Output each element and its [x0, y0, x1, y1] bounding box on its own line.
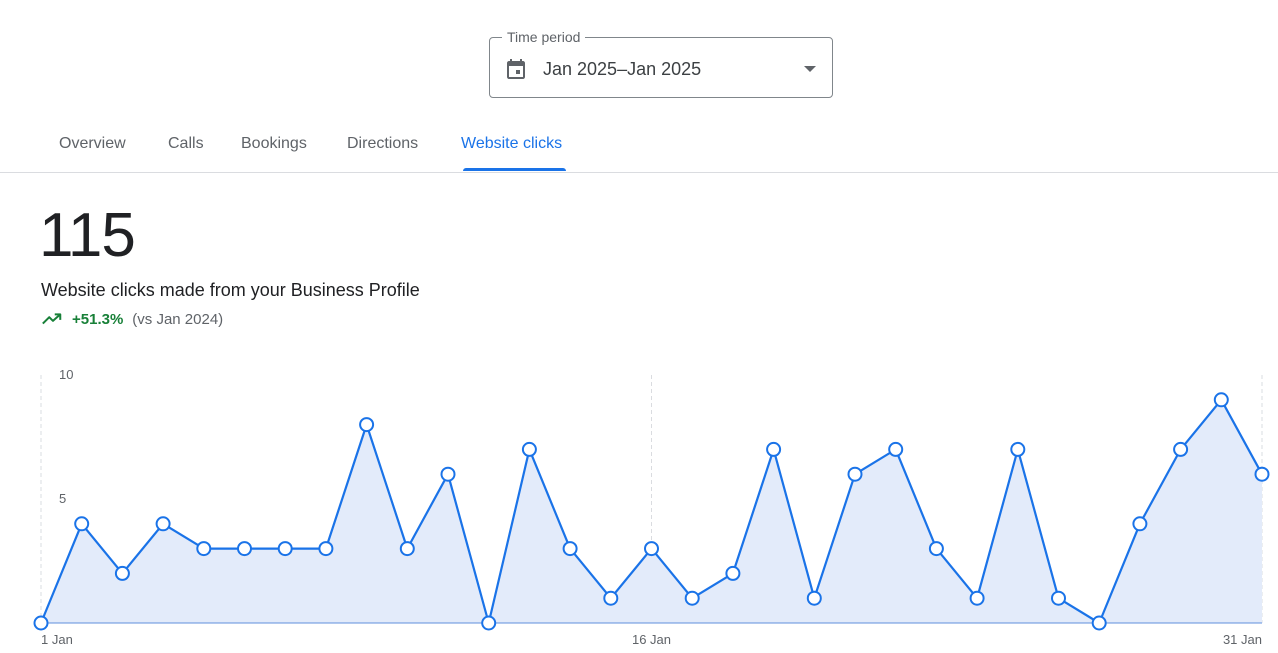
data-point — [359, 417, 375, 433]
metric-tabs: Overview Calls Bookings Directions Websi… — [0, 120, 1278, 173]
data-point — [928, 541, 944, 557]
data-point — [74, 516, 90, 532]
data-point — [684, 590, 700, 606]
data-point — [1213, 392, 1229, 408]
data-point — [277, 541, 293, 557]
data-point — [806, 590, 822, 606]
data-point — [33, 615, 49, 631]
y-tick-label: 5 — [59, 491, 66, 506]
tab-directions[interactable]: Directions — [347, 134, 418, 154]
active-tab-indicator — [463, 168, 566, 171]
data-point — [481, 615, 497, 631]
y-tick-label: 10 — [59, 367, 73, 382]
data-point — [155, 516, 171, 532]
data-point — [399, 541, 415, 557]
trending-up-icon — [42, 313, 62, 325]
x-tick-label: 1 Jan — [41, 632, 73, 647]
data-point — [1173, 441, 1189, 457]
data-point — [440, 466, 456, 482]
data-point — [562, 541, 578, 557]
data-point — [847, 466, 863, 482]
data-point — [1132, 516, 1148, 532]
trend-row: +51.3% (vs Jan 2024) — [41, 309, 223, 329]
data-point — [1091, 615, 1107, 631]
data-point — [603, 590, 619, 606]
time-period-value: Jan 2025–Jan 2025 — [543, 59, 702, 79]
data-point — [237, 541, 252, 557]
trend-change: +51.3% — [72, 310, 124, 328]
data-point — [1010, 441, 1026, 457]
data-point — [888, 441, 904, 457]
trend-comparison: (vs Jan 2024) — [132, 310, 224, 328]
total-clicks: 115 — [39, 201, 136, 270]
metric-description: Website clicks made from your Business P… — [41, 280, 420, 300]
data-point — [318, 541, 334, 557]
calendar-icon — [507, 59, 525, 79]
data-point — [521, 441, 537, 457]
data-point — [725, 565, 741, 581]
data-point — [1051, 590, 1066, 606]
tab-website-clicks[interactable]: Website clicks — [461, 134, 562, 154]
data-point — [969, 590, 985, 606]
data-point — [196, 541, 212, 557]
time-period-label: Time period — [502, 28, 586, 46]
tab-calls[interactable]: Calls — [168, 134, 204, 154]
arrow-drop-down-icon — [804, 66, 816, 72]
data-point — [766, 441, 782, 457]
tab-bookings[interactable]: Bookings — [241, 134, 307, 154]
data-point — [1254, 466, 1270, 482]
x-tick-label: 16 Jan — [632, 632, 671, 647]
tab-overview[interactable]: Overview — [59, 134, 126, 154]
time-period-selector[interactable]: Time period Jan 2025–Jan 2025 — [489, 28, 833, 98]
x-tick-label: 31 Jan — [1223, 632, 1262, 647]
data-point — [114, 565, 130, 581]
website-clicks-chart: 5 10 1 Jan 16 Jan 31 Jan — [33, 367, 1270, 647]
data-point — [644, 541, 659, 557]
